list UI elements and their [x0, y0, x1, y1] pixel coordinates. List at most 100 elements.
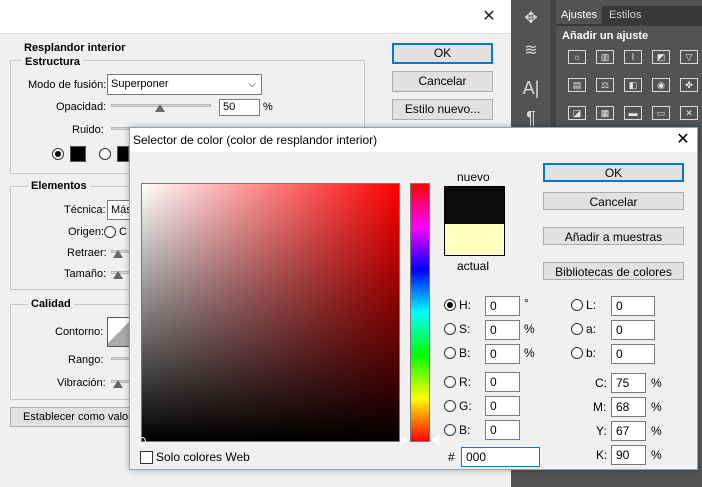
- color-balance-icon[interactable]: ⚖: [596, 78, 614, 92]
- color-radio[interactable]: [52, 148, 64, 160]
- lab-a-radio[interactable]: [571, 323, 583, 335]
- levels-icon[interactable]: ▥: [596, 50, 614, 64]
- source-center-label: C: [119, 226, 127, 238]
- choke-label: Retraer:: [67, 247, 107, 259]
- current-color-swatch[interactable]: [444, 224, 505, 256]
- black-white-icon[interactable]: ◧: [624, 78, 642, 92]
- blue-radio[interactable]: [444, 424, 456, 436]
- saturation-unit: %: [524, 322, 535, 336]
- color-field-cursor[interactable]: [138, 437, 146, 445]
- close-icon[interactable]: ✕: [673, 130, 693, 150]
- adjustments-heading: Añadir un ajuste: [562, 30, 649, 42]
- elementos-title: Elementos: [28, 180, 90, 192]
- blend-mode-value: Superponer: [111, 78, 169, 90]
- hue-unit: °: [524, 296, 529, 310]
- lab-l-label: L:: [586, 298, 597, 312]
- jitter-slider-thumb[interactable]: [113, 380, 123, 388]
- blend-mode-label: Modo de fusión:: [28, 79, 107, 91]
- character-icon[interactable]: A|: [511, 78, 551, 99]
- yellow-input[interactable]: 67: [611, 421, 646, 441]
- brightness-radio[interactable]: [444, 347, 456, 359]
- saturation-label: S:: [459, 322, 471, 336]
- posterize-icon[interactable]: ▦: [596, 106, 614, 120]
- lab-l-radio[interactable]: [571, 299, 583, 311]
- opacity-label: Opacidad:: [56, 101, 107, 113]
- layer-style-ok-button[interactable]: OK: [392, 43, 493, 64]
- range-label: Rango:: [68, 354, 104, 366]
- color-field[interactable]: [138, 183, 400, 445]
- magenta-input[interactable]: 68: [611, 397, 646, 417]
- black-label: K:: [596, 448, 608, 462]
- channel-mixer-icon[interactable]: ✤: [680, 78, 698, 92]
- noise-slider[interactable]: [111, 127, 131, 130]
- selective-color-icon[interactable]: ✕: [680, 106, 698, 120]
- glow-color-swatch[interactable]: [70, 146, 86, 162]
- red-input[interactable]: 0: [485, 372, 520, 392]
- tab-ajustes[interactable]: Ajustes: [556, 6, 603, 24]
- add-to-swatches-button[interactable]: Añadir a muestras: [543, 227, 684, 245]
- adjust-tool-icon[interactable]: ≋: [511, 40, 551, 60]
- green-radio[interactable]: [444, 400, 456, 412]
- new-color-label: nuevo: [457, 170, 490, 184]
- gradient-radio[interactable]: [99, 148, 111, 160]
- range-slider[interactable]: [111, 357, 131, 360]
- blue-label: B:: [459, 423, 471, 437]
- hue-saturation-icon[interactable]: ▤: [568, 78, 586, 92]
- lab-a-input[interactable]: 0: [611, 320, 655, 340]
- threshold-icon[interactable]: ▬: [624, 106, 642, 120]
- blue-input[interactable]: 0: [485, 420, 520, 440]
- hue-slider-left-arrow[interactable]: [401, 435, 408, 445]
- lab-b-radio[interactable]: [571, 347, 583, 359]
- web-colors-checkbox[interactable]: [140, 451, 153, 464]
- picker-ok-button[interactable]: OK: [543, 163, 684, 182]
- color-libraries-button[interactable]: Bibliotecas de colores: [543, 262, 684, 280]
- hue-slider[interactable]: [410, 183, 430, 442]
- lab-b-input[interactable]: 0: [611, 344, 655, 364]
- brightness-icon[interactable]: ☼: [568, 50, 586, 64]
- lab-b-label: b:: [586, 346, 597, 360]
- red-radio[interactable]: [444, 376, 456, 388]
- saturation-input[interactable]: 0: [485, 320, 520, 340]
- blend-mode-select[interactable]: Superponer ⌵: [107, 74, 262, 95]
- yellow-label: Y:: [596, 424, 607, 438]
- size-slider-thumb[interactable]: [113, 271, 123, 279]
- hue-slider-right-arrow[interactable]: [432, 435, 439, 445]
- hue-label: H:: [459, 298, 471, 312]
- choke-slider-thumb[interactable]: [113, 250, 123, 258]
- hex-input[interactable]: 000: [461, 447, 540, 467]
- size-label: Tamaño:: [64, 268, 107, 280]
- gradient-map-icon[interactable]: ▭: [652, 106, 670, 120]
- make-default-button[interactable]: Establecer como valores: [10, 407, 132, 427]
- brush-preset-icon[interactable]: ✥: [511, 8, 551, 28]
- paragraph-icon[interactable]: ¶: [511, 108, 551, 129]
- new-color-swatch: [444, 186, 505, 224]
- adjustments-tabbar: Ajustes Estilos: [556, 6, 702, 26]
- tab-estilos[interactable]: Estilos: [604, 6, 646, 24]
- invert-icon[interactable]: ◪: [568, 106, 586, 120]
- contour-preview[interactable]: [107, 317, 131, 347]
- vibrance-icon[interactable]: ▽: [680, 50, 698, 64]
- photo-filter-icon[interactable]: ◉: [652, 78, 670, 92]
- cyan-input[interactable]: 75: [611, 373, 646, 393]
- green-input[interactable]: 0: [485, 396, 520, 416]
- opacity-slider-thumb[interactable]: [155, 104, 165, 112]
- layer-style-titlebar: [0, 0, 511, 34]
- web-colors-label: Solo colores Web: [156, 450, 250, 464]
- gradient-swatch[interactable]: [117, 146, 129, 162]
- brightness-unit: %: [524, 346, 535, 360]
- lab-l-input[interactable]: 0: [611, 296, 655, 316]
- brightness-input[interactable]: 0: [485, 344, 520, 364]
- saturation-radio[interactable]: [444, 323, 456, 335]
- new-style-button[interactable]: Estilo nuevo...: [392, 99, 493, 120]
- black-input[interactable]: 90: [611, 445, 646, 465]
- curves-icon[interactable]: ⌇: [624, 50, 642, 64]
- cyan-label: C:: [595, 376, 607, 390]
- hue-input[interactable]: 0: [485, 296, 520, 316]
- close-icon[interactable]: ✕: [480, 8, 498, 26]
- hue-radio[interactable]: [444, 299, 456, 311]
- exposure-icon[interactable]: ◩: [652, 50, 670, 64]
- layer-style-cancel-button[interactable]: Cancelar: [392, 71, 493, 92]
- opacity-input[interactable]: 50: [219, 99, 260, 116]
- picker-cancel-button[interactable]: Cancelar: [543, 192, 684, 210]
- source-center-radio[interactable]: [104, 226, 116, 238]
